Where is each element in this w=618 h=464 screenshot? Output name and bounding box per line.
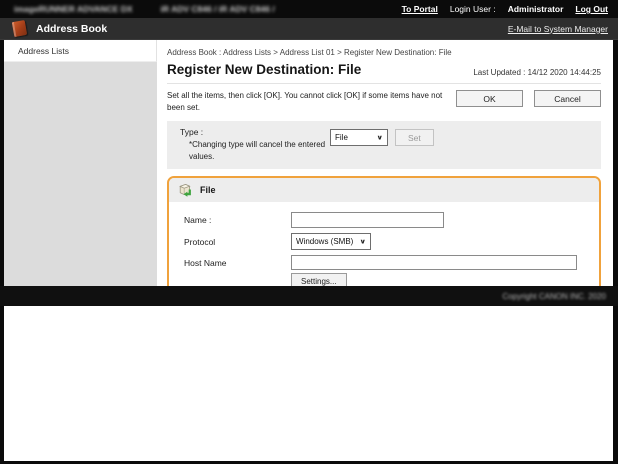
device-info: imageRUNNER ADVANCE DX iR ADV C846 / iR … (14, 4, 275, 14)
host-name-label: Host Name (184, 257, 227, 268)
email-to-system-manager-link[interactable]: E-Mail to System Manager (508, 24, 608, 34)
cancel-button[interactable]: Cancel (534, 90, 601, 107)
name-input[interactable] (291, 212, 444, 229)
content-area: Address Lists Address Book : Address Lis… (4, 40, 613, 286)
settings-button[interactable]: Settings... (291, 273, 347, 286)
page-title: Register New Destination: File (167, 62, 362, 77)
protocol-select[interactable]: Windows (SMB) ∨ (291, 233, 371, 251)
type-select-value: File (335, 133, 348, 143)
copyright-text: Copyright CANON INC. 2020 (502, 291, 606, 301)
empty-area (4, 306, 613, 461)
ok-button[interactable]: OK (456, 90, 523, 107)
settings-row: Settings... (179, 273, 589, 286)
chevron-down-icon: ∨ (359, 238, 367, 246)
file-box-header: File (169, 178, 599, 203)
type-controls: File ∨ Set (330, 129, 434, 147)
title-row: Register New Destination: File Last Upda… (167, 62, 601, 84)
file-destination-icon (179, 184, 191, 197)
sidebar-item-label: Address Lists (18, 45, 70, 56)
file-section-title: File (200, 185, 216, 196)
top-bar-links: To Portal Login User : Administrator Log… (402, 4, 618, 14)
canon-remote-ui-page: imageRUNNER ADVANCE DX iR ADV C846 / iR … (0, 0, 618, 464)
type-note: *Changing type will cancel the entered v… (189, 140, 326, 162)
type-section: Type : *Changing type will cancel the en… (167, 121, 601, 170)
login-user-label: Login User : (449, 4, 496, 14)
chevron-down-icon: ∨ (376, 134, 384, 142)
name-label: Name : (184, 215, 212, 226)
app-title: Address Book (36, 22, 108, 35)
protocol-label: Protocol (184, 236, 216, 247)
app-header: Address Book E-Mail to System Manager (0, 18, 618, 40)
sidebar: Address Lists (4, 40, 157, 286)
sidebar-item-address-lists[interactable]: Address Lists (4, 40, 157, 62)
log-out-link[interactable]: Log Out (575, 4, 608, 14)
breadcrumb[interactable]: Address Book : Address Lists > Address L… (167, 48, 601, 57)
top-bar: imageRUNNER ADVANCE DX iR ADV C846 / iR … (0, 0, 618, 18)
instruction-row: Set all the items, then click [OK]. You … (167, 90, 601, 113)
protocol-field-row: Protocol Windows (SMB) ∨ (179, 233, 589, 251)
host-name-field-row: Host Name (179, 255, 589, 271)
action-buttons: OK Cancel (456, 90, 601, 113)
login-user-value: Administrator (507, 4, 564, 14)
set-button[interactable]: Set (395, 129, 434, 147)
protocol-select-value: Windows (SMB) (296, 237, 354, 247)
file-destination-box: File Name : Protocol Windows (SMB) ∨ Hos… (167, 176, 601, 286)
type-select[interactable]: File ∨ (330, 129, 388, 147)
name-field-row: Name : (179, 212, 589, 229)
main-panel: Address Book : Address Lists > Address L… (157, 40, 613, 286)
host-name-input[interactable] (291, 255, 577, 271)
last-updated: Last Updated : 14/12 2020 14:44:25 (473, 68, 601, 77)
instruction-text: Set all the items, then click [OK]. You … (167, 91, 443, 112)
page-footer: Copyright CANON INC. 2020 (0, 286, 618, 306)
device-name: imageRUNNER ADVANCE DX (14, 4, 133, 14)
to-portal-link[interactable]: To Portal (402, 4, 438, 14)
address-book-icon (11, 19, 28, 38)
file-form: Name : Protocol Windows (SMB) ∨ Host Nam… (169, 202, 599, 286)
device-model: iR ADV C846 / iR ADV C846 / (160, 4, 275, 14)
